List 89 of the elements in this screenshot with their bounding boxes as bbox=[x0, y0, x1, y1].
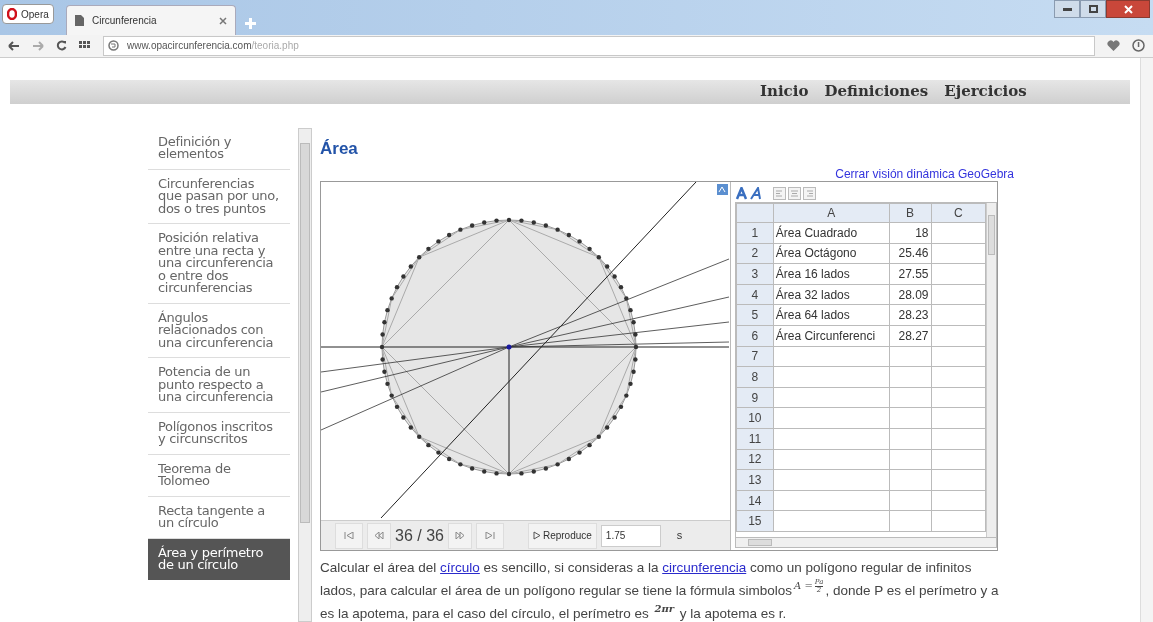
row-number: 8 bbox=[736, 366, 774, 388]
row-number: 15 bbox=[736, 510, 774, 532]
row-number: 5 bbox=[736, 304, 774, 326]
spreadsheet-cell: Área 64 lados bbox=[773, 304, 890, 326]
next-step-icon bbox=[454, 532, 465, 539]
page-icon bbox=[75, 15, 84, 27]
info-icon[interactable] bbox=[1132, 39, 1145, 53]
spreadsheet-cell: Área Cuadrado bbox=[773, 222, 890, 244]
align-center-icon[interactable] bbox=[788, 186, 801, 200]
sidebar-item[interactable]: Posición relativa entre una recta y una circunferencia o entre dos circunferencias bbox=[148, 224, 290, 304]
row-number: 7 bbox=[736, 346, 774, 367]
spreadsheet-cell: Área 32 lados bbox=[773, 284, 890, 305]
row-number: 12 bbox=[736, 449, 774, 470]
maximize-button[interactable] bbox=[1080, 0, 1106, 18]
nav-link[interactable]: Ejercicios bbox=[944, 80, 1027, 103]
sidebar-scrollbar[interactable] bbox=[298, 127, 312, 622]
row-number: 3 bbox=[736, 263, 774, 285]
nav-link[interactable]: Definiciones bbox=[824, 80, 929, 103]
sidebar-item[interactable]: Recta tangente a un círculo bbox=[148, 496, 290, 539]
spreadsheet-cell: Área 16 lados bbox=[773, 263, 890, 285]
speed-field[interactable]: 1.75 bbox=[600, 524, 661, 547]
play-button[interactable]: Reproduce bbox=[527, 522, 597, 549]
row-number: 9 bbox=[736, 387, 774, 408]
column-header: A bbox=[773, 203, 890, 223]
section-title: Área bbox=[320, 137, 359, 160]
italic-icon[interactable] bbox=[750, 186, 763, 200]
reload-icon[interactable] bbox=[56, 40, 67, 52]
next-step-button[interactable] bbox=[447, 522, 472, 549]
grid-icon[interactable] bbox=[79, 40, 91, 51]
align-right-icon[interactable] bbox=[803, 186, 816, 200]
sidebar-item[interactable]: Ángulos relacionados con una circunferencia bbox=[148, 303, 290, 358]
forward-icon[interactable] bbox=[32, 40, 44, 51]
spreadsheet-vertical-scrollbar[interactable] bbox=[986, 203, 996, 537]
row-number: 11 bbox=[736, 428, 774, 450]
first-step-button[interactable] bbox=[335, 522, 363, 549]
speed-unit: s bbox=[676, 528, 683, 544]
browser-tab[interactable]: Circunferencia bbox=[66, 5, 236, 36]
spreadsheet-cell: Área Circunferenci bbox=[773, 325, 890, 347]
plus-icon bbox=[244, 17, 256, 29]
previous-step-icon bbox=[374, 532, 384, 539]
row-number: 4 bbox=[736, 284, 774, 305]
step-counter: 36 / 36 bbox=[395, 525, 444, 546]
spreadsheet-cell: 28.27 bbox=[889, 325, 931, 347]
spreadsheet-cell: 28.09 bbox=[889, 284, 931, 305]
last-step-button[interactable] bbox=[475, 522, 504, 549]
row-number: 1 bbox=[736, 222, 774, 244]
spreadsheet-cell: 18 bbox=[889, 222, 931, 244]
align-left-icon[interactable] bbox=[773, 186, 786, 200]
previous-step-button[interactable] bbox=[367, 522, 391, 549]
spreadsheet-horizontal-scrollbar[interactable] bbox=[735, 538, 997, 548]
opera-menu-button[interactable]: Opera bbox=[2, 4, 54, 24]
back-icon[interactable] bbox=[8, 40, 20, 51]
close-icon bbox=[1123, 4, 1133, 14]
spreadsheet-cell: Área Octágono bbox=[773, 243, 890, 264]
close-geogebra-link[interactable]: Cerrar visión dinámica GeoGebra bbox=[835, 168, 1014, 181]
close-button[interactable] bbox=[1106, 0, 1150, 18]
row-number: 14 bbox=[736, 490, 774, 511]
sidebar-item[interactable]: Teorema de Tolomeo bbox=[148, 454, 290, 497]
sidebar-item[interactable]: Polígonos inscritos y circunscritos bbox=[148, 412, 290, 455]
last-step-icon bbox=[484, 532, 495, 539]
row-number: 10 bbox=[736, 407, 774, 429]
maximize-icon bbox=[1088, 5, 1098, 13]
spreadsheet-cell: 25.46 bbox=[889, 243, 931, 264]
sidebar-item[interactable]: Definición y elementos bbox=[148, 127, 290, 170]
minimize-button[interactable] bbox=[1054, 0, 1080, 18]
row-number: 6 bbox=[736, 325, 774, 347]
row-number: 2 bbox=[736, 243, 774, 264]
address-field[interactable]: www.opacircunferencia.com/teoria.php bbox=[103, 35, 1095, 56]
column-header: B bbox=[889, 203, 931, 223]
play-icon bbox=[532, 531, 541, 540]
close-tab-icon[interactable] bbox=[219, 16, 227, 25]
text-link[interactable]: círculo bbox=[440, 560, 480, 575]
spreadsheet-cell: 27.55 bbox=[889, 263, 931, 285]
minimize-icon bbox=[1062, 7, 1072, 11]
sidebar-item[interactable]: Potencia de un punto respecto a una circunferencia bbox=[148, 358, 290, 413]
column-header: C bbox=[931, 203, 986, 223]
sidebar-item[interactable]: Área y perímetro de un círculo bbox=[148, 538, 290, 580]
sidebar-item[interactable]: Circunferencias que pasan por uno, dos o tres puntos bbox=[148, 169, 290, 224]
bold-icon[interactable] bbox=[735, 186, 748, 200]
graphics-style-icon[interactable] bbox=[717, 184, 728, 195]
page-scrollbar[interactable] bbox=[1140, 57, 1153, 622]
opera-logo-icon bbox=[7, 8, 17, 20]
first-step-icon bbox=[344, 532, 354, 539]
heart-icon[interactable] bbox=[1107, 40, 1120, 52]
nav-link[interactable]: Inicio bbox=[760, 80, 809, 103]
row-number: 13 bbox=[736, 469, 774, 491]
text-link[interactable]: circunferencia bbox=[662, 560, 747, 575]
spreadsheet-cell: 28.23 bbox=[889, 304, 931, 326]
globe-icon bbox=[108, 40, 119, 52]
